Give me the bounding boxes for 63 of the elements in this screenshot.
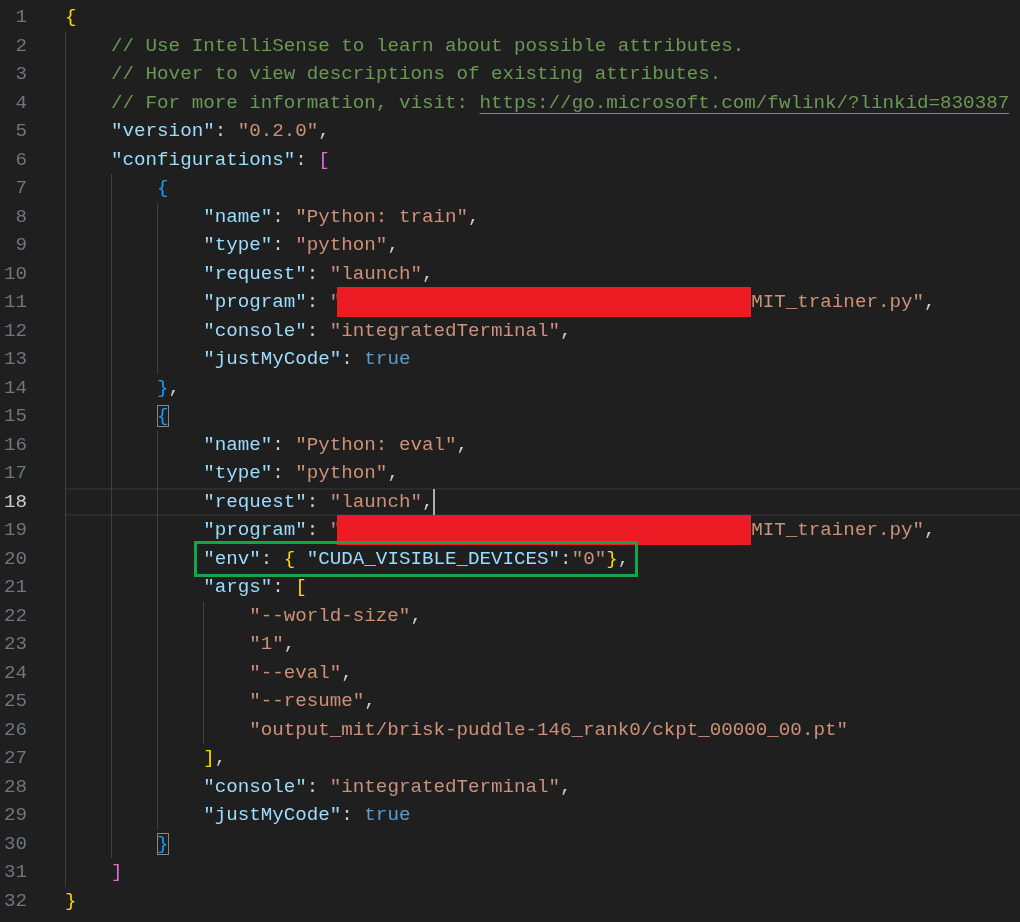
line-number: 10 xyxy=(2,262,27,285)
code-line: "request": "launch", xyxy=(203,489,434,515)
line-number: 11 xyxy=(2,291,27,314)
line-number: 4 xyxy=(14,91,27,114)
link[interactable]: https://go.microsoft.com/fwlink/?linkid=830387 xyxy=(479,91,1010,114)
code-line: // For more information, visit: https://go.microsoft.com/fwlink/?linkid=830387 xyxy=(111,90,1010,116)
line-number: 22 xyxy=(2,604,27,627)
line-number: 30 xyxy=(2,832,27,855)
line-number: 16 xyxy=(2,433,27,456)
code-line: "justMyCode": true xyxy=(203,803,411,828)
code-line: "type": "python", xyxy=(203,233,399,258)
line-number: 26 xyxy=(2,718,27,741)
line-number: 23 xyxy=(2,633,27,656)
line-number: 27 xyxy=(2,747,27,770)
line-number: 19 xyxy=(2,519,27,542)
code-line: "type": "python", xyxy=(203,461,399,486)
line-number: 17 xyxy=(2,462,27,485)
line-number: 6 xyxy=(14,148,27,171)
code-line: "justMyCode": true xyxy=(203,347,411,372)
line-number: 15 xyxy=(2,405,27,428)
code-line: ] xyxy=(111,860,123,885)
code-line: } xyxy=(65,888,77,914)
code-line: "--eval", xyxy=(249,660,353,686)
line-number: 1 xyxy=(14,6,27,29)
code-line: { xyxy=(65,5,77,30)
code-line: { xyxy=(157,404,169,429)
code-line: "--world-size", xyxy=(249,603,422,629)
code-line: "request": "launch", xyxy=(203,261,434,287)
line-number: 12 xyxy=(2,319,27,342)
line-number: 18 xyxy=(2,490,27,513)
line-number: 32 xyxy=(2,889,27,912)
line-number: 9 xyxy=(14,234,27,257)
code-line: "console": "integratedTerminal", xyxy=(203,318,572,344)
text-cursor xyxy=(433,488,436,515)
line-number: 3 xyxy=(14,63,27,86)
line-number: 14 xyxy=(2,376,27,399)
code-line: } xyxy=(157,831,169,857)
code-line: // Use IntelliSense to learn about possible attributes. xyxy=(111,33,745,59)
code-line: "configurations": [ xyxy=(111,147,330,173)
code-line: // Hover to view descriptions of existing attributes. xyxy=(111,62,722,87)
code-line: "output_mit/brisk-puddle-146_rank0/ckpt_00000_00.pt" xyxy=(249,717,848,743)
line-number: 24 xyxy=(2,661,27,684)
line-number: 31 xyxy=(2,861,27,884)
code-line: ], xyxy=(203,746,227,771)
code-line: "name": "Python: train", xyxy=(203,204,480,230)
code-line: }, xyxy=(157,375,181,401)
code-line: "--resume", xyxy=(249,689,376,714)
line-number: 5 xyxy=(14,120,27,143)
line-number: 8 xyxy=(14,205,27,228)
code-line: "console": "integratedTerminal", xyxy=(203,774,572,800)
line-number: 13 xyxy=(2,348,27,371)
code-line: { xyxy=(157,176,169,201)
line-number: 21 xyxy=(2,576,27,599)
code-line: "version": "0.2.0", xyxy=(111,119,330,144)
code-line: "args": [ xyxy=(203,575,307,600)
line-number: 2 xyxy=(14,34,27,57)
line-number: 29 xyxy=(2,804,27,827)
code-line: "1", xyxy=(249,632,296,657)
line-number: 28 xyxy=(2,775,27,798)
code-line: "name": "Python: eval", xyxy=(203,432,468,458)
line-number: 20 xyxy=(2,547,27,570)
line-number: 25 xyxy=(2,690,27,713)
line-number: 7 xyxy=(14,177,27,200)
